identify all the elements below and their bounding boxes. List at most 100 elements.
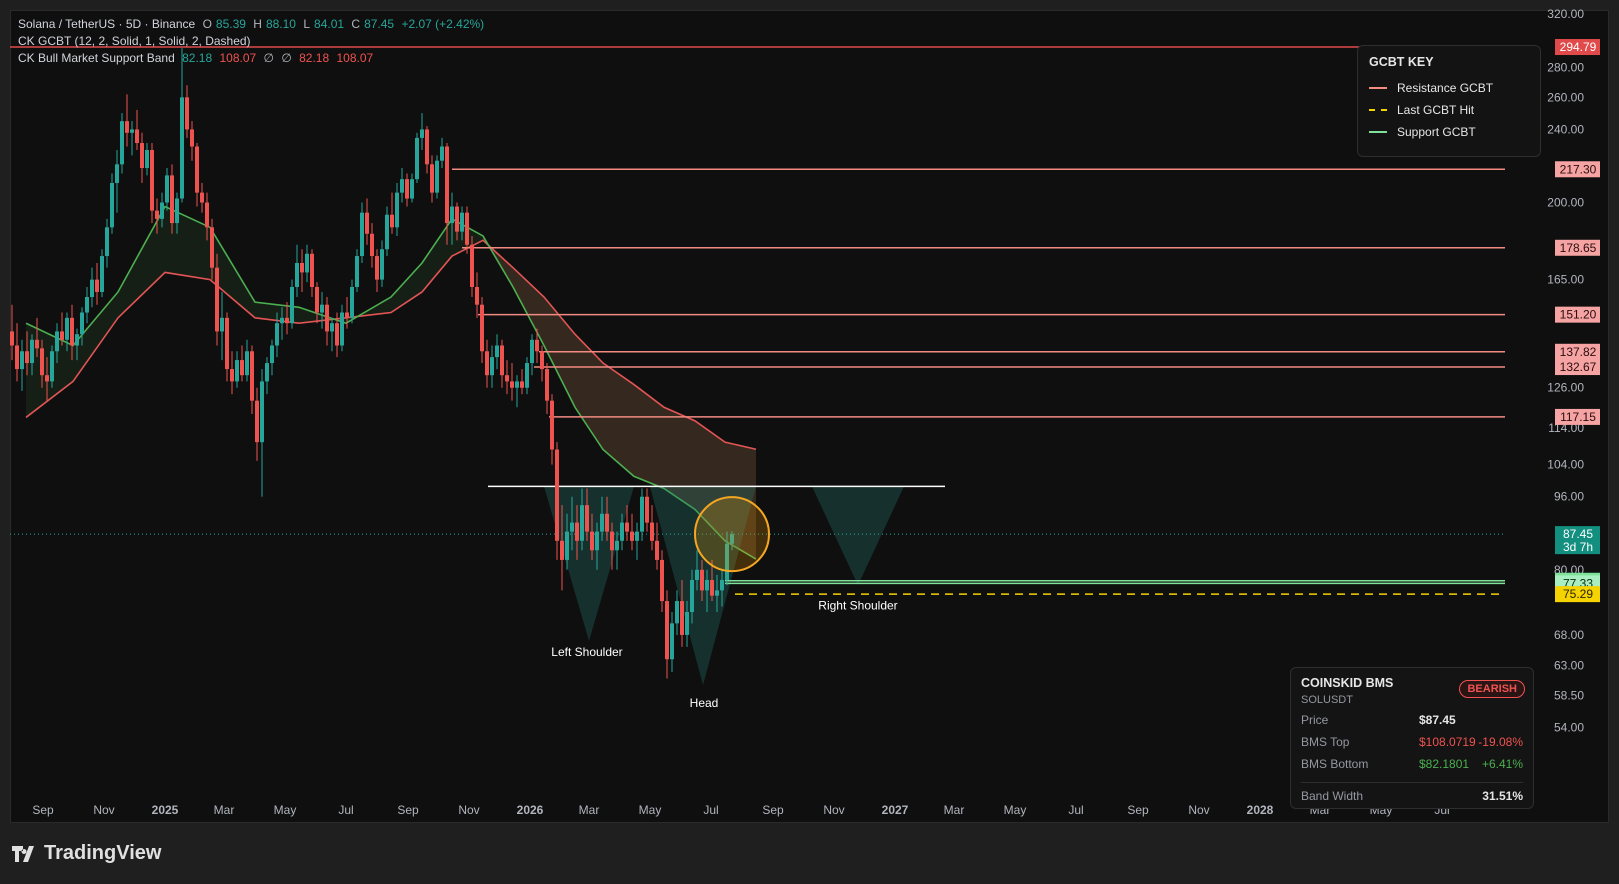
candle-body	[400, 179, 404, 193]
candle-body	[30, 339, 34, 364]
y-tick-label: 58.50	[1554, 688, 1584, 702]
bms-divider	[1301, 782, 1523, 783]
candle-body	[390, 214, 394, 228]
candle-body	[485, 351, 489, 376]
candle-body	[40, 348, 44, 376]
candle-body	[440, 146, 444, 161]
y-tick-label: 280.00	[1547, 61, 1584, 75]
candle-body	[270, 345, 274, 364]
candle-body	[475, 286, 479, 305]
plot-area: Left Shoulder Head Right Shoulder	[10, 46, 1505, 710]
candle-body	[530, 339, 534, 364]
candle-body	[410, 179, 414, 199]
x-tick-label: Sep	[32, 803, 54, 817]
x-tick-label: Mar	[579, 803, 600, 817]
candle-body	[540, 351, 544, 370]
x-tick-label: Nov	[823, 803, 844, 817]
bms-title: COINSKID BMS	[1301, 676, 1394, 690]
candle-body	[60, 331, 64, 340]
candle-body	[535, 339, 539, 352]
candle-body	[75, 334, 79, 346]
candle-body	[115, 164, 119, 183]
bms-top-pct: -19.08%	[1478, 735, 1523, 749]
candle-body	[90, 279, 94, 298]
candle-body	[220, 317, 224, 332]
x-tick-label: Nov	[93, 803, 114, 817]
candle-body	[280, 317, 284, 324]
x-tick-label: Jul	[703, 803, 718, 817]
indicator-bmsb[interactable]: CK Bull Market Support Band 82.18 108.07…	[18, 51, 377, 65]
candle-body	[380, 249, 384, 280]
y-tick-label: 200.00	[1547, 196, 1584, 210]
y-tick-label: 96.00	[1554, 490, 1584, 504]
candle-body	[135, 129, 139, 144]
candle-body	[425, 129, 429, 165]
last-hit-price-label: 75.29	[1563, 587, 1593, 601]
bms-symbol: SOLUSDT	[1301, 694, 1353, 706]
candle-body	[585, 505, 589, 532]
candle-body	[50, 351, 54, 382]
candle-body	[290, 286, 294, 324]
price-label: Price	[1301, 713, 1329, 727]
high-value: 88.10	[265, 17, 296, 31]
close-value: 87.45	[364, 17, 395, 31]
price-value: $87.45	[1419, 713, 1456, 727]
bms-top-value: $108.0719	[1419, 735, 1476, 749]
resistance-price-label: 178.65	[1560, 241, 1597, 255]
x-tick-label: Mar	[214, 803, 235, 817]
candle-body	[95, 279, 99, 292]
change-value: +2.07 (+2.42%)	[401, 17, 485, 31]
candle-body	[265, 363, 269, 382]
resistance-price-label: 132.67	[1560, 360, 1597, 374]
candle-body	[305, 253, 309, 273]
low-label: L	[303, 17, 311, 31]
candle-body	[45, 375, 49, 382]
high-label: H	[253, 17, 262, 31]
candle-body	[350, 286, 354, 318]
candle-body	[435, 160, 439, 193]
candle-body	[705, 579, 709, 591]
tradingview-logo[interactable]: TradingView	[12, 842, 161, 865]
indicator-gcbt[interactable]: CK GCBT (12, 2, Solid, 1, Solid, 2, Dash…	[18, 34, 255, 48]
candle-body	[330, 323, 334, 332]
candle-body	[160, 202, 164, 219]
x-tick-label: Sep	[762, 803, 784, 817]
band-width-value: 31.51%	[1482, 789, 1523, 803]
candle-body	[555, 449, 559, 541]
left-shoulder-label: Left Shoulder	[551, 645, 622, 659]
candle-body	[430, 164, 434, 193]
indicator-bmsb-label: CK Bull Market Support Band	[18, 51, 175, 65]
candle-body	[100, 256, 104, 292]
resistance-price-label: 294.79	[1560, 40, 1597, 54]
candle-body	[130, 129, 134, 133]
candle-body	[680, 601, 684, 635]
x-tick-label: May	[1004, 803, 1027, 817]
key-item-resistance: Resistance GCBT	[1369, 81, 1493, 95]
candle-body	[695, 569, 699, 580]
candle-body	[560, 540, 564, 560]
candle-body	[360, 212, 364, 257]
candle-body	[105, 227, 109, 257]
candle-body	[325, 304, 329, 332]
key-item-last-hit: Last GCBT Hit	[1369, 103, 1474, 117]
candle-body	[15, 345, 19, 370]
candle-body	[250, 351, 254, 401]
support-swatch	[1369, 131, 1387, 133]
open-label: O	[202, 17, 212, 31]
candle-body	[565, 531, 569, 560]
candle-body	[155, 210, 159, 219]
x-tick-label: Sep	[1127, 803, 1149, 817]
candle-body	[315, 286, 319, 313]
candle-body	[650, 522, 654, 541]
key-item-label: Resistance GCBT	[1397, 81, 1494, 95]
candle-body	[320, 304, 324, 313]
right-shoulder-label: Right Shoulder	[818, 598, 897, 612]
candle-body	[570, 522, 574, 532]
candle-body	[285, 317, 289, 324]
candle-body	[165, 175, 169, 203]
candle-body	[80, 312, 84, 335]
key-item-label: Support GCBT	[1397, 125, 1476, 139]
candle-body	[615, 540, 619, 551]
candle-body	[195, 146, 199, 193]
low-value: 84.01	[314, 17, 345, 31]
